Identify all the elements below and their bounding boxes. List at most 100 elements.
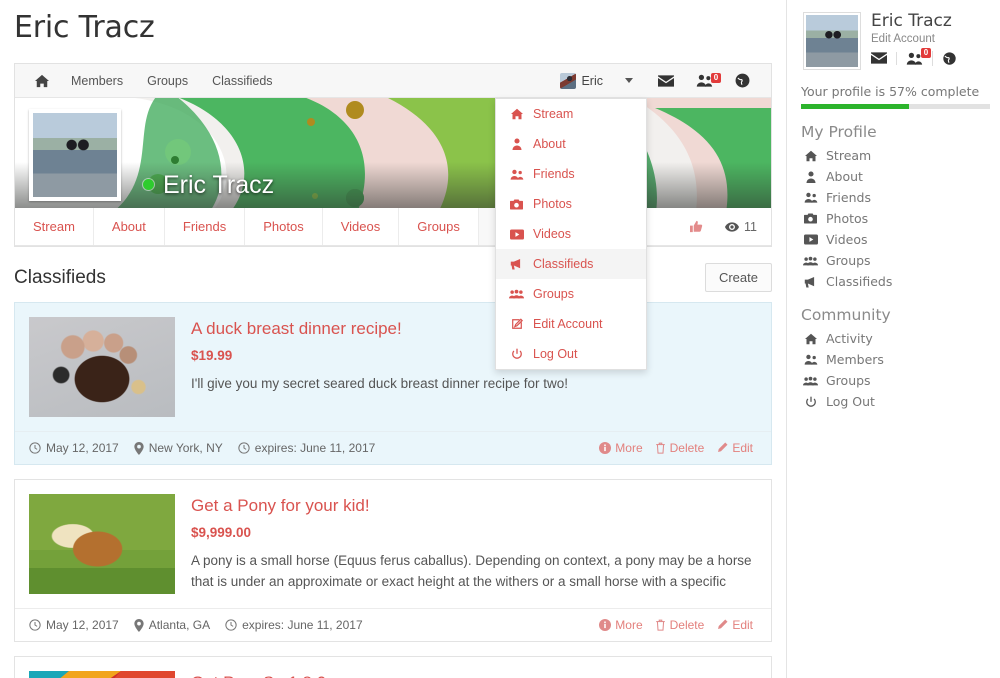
dropdown-item-friends[interactable]: Friends xyxy=(496,159,646,189)
profile-avatar[interactable] xyxy=(29,109,121,201)
classified-title[interactable]: A duck breast dinner recipe! xyxy=(191,319,757,339)
more-button[interactable]: More xyxy=(595,618,646,632)
friends-icon xyxy=(803,354,818,365)
classified-card[interactable]: peep Version 1.8.0 with focus on Perform… xyxy=(14,656,772,678)
views-count: 11 xyxy=(744,219,757,234)
friends-icon[interactable]: 0 xyxy=(685,73,724,87)
sidebar-group-my-profile: My Profile Stream About Friends Photos V… xyxy=(799,123,990,292)
clock-icon xyxy=(29,619,41,631)
video-icon xyxy=(803,234,818,245)
megaphone-icon xyxy=(803,276,818,288)
home-icon xyxy=(803,150,818,162)
edit-label: Edit xyxy=(732,441,753,455)
clock-icon xyxy=(29,442,41,454)
tab-stream[interactable]: Stream xyxy=(15,208,94,245)
home-icon[interactable] xyxy=(25,74,59,88)
info-icon xyxy=(599,442,612,454)
classified-info: A duck breast dinner recipe! $19.99 I'll… xyxy=(191,317,757,417)
classified-body: A duck breast dinner recipe! $19.99 I'll… xyxy=(15,303,771,431)
classified-thumbnail[interactable]: peep Version 1.8.0 with focus on Perform… xyxy=(29,671,175,678)
sidebar-item-stream[interactable]: Stream xyxy=(799,145,990,166)
classified-thumbnail[interactable] xyxy=(29,494,175,594)
top-nav-right: Eric 0 xyxy=(554,72,761,89)
pencil-icon xyxy=(716,442,728,454)
classified-title[interactable]: Get PeepSo 1.8.0 xyxy=(191,673,757,678)
globe-icon[interactable] xyxy=(724,73,761,88)
globe-icon[interactable] xyxy=(932,50,966,66)
dropdown-item-label: Stream xyxy=(533,107,574,121)
top-nav-item-groups[interactable]: Groups xyxy=(135,64,200,98)
classified-price: $19.99 xyxy=(191,348,233,363)
sidebar-item-videos[interactable]: Videos xyxy=(799,229,990,250)
dropdown-item-stream[interactable]: Stream xyxy=(496,99,646,129)
sidebar-item-classifieds[interactable]: Classifieds xyxy=(799,271,990,292)
sidebar-group-title: My Profile xyxy=(801,123,877,141)
sidebar-item-photos[interactable]: Photos xyxy=(799,208,990,229)
cover-photo[interactable]: Eric Tracz xyxy=(15,98,771,208)
sidebar-item-groups-community[interactable]: Groups xyxy=(799,370,990,391)
friends-icon[interactable]: 0 xyxy=(896,47,932,65)
chevron-down-icon[interactable] xyxy=(625,78,633,83)
sidebar-item-about[interactable]: About xyxy=(799,166,990,187)
dropdown-item-groups[interactable]: Groups xyxy=(496,279,646,309)
tab-photos[interactable]: Photos xyxy=(245,208,323,245)
classified-card[interactable]: Get a Pony for your kid! $9,999.00 A pon… xyxy=(14,479,772,642)
info-icon xyxy=(599,619,612,631)
top-nav-item-classifieds[interactable]: Classifieds xyxy=(200,64,284,98)
pencil-icon xyxy=(716,619,728,631)
classified-card[interactable]: A duck breast dinner recipe! $19.99 I'll… xyxy=(14,302,772,465)
dropdown-item-label: Classifieds xyxy=(533,257,594,271)
sidebar-item-label: Members xyxy=(826,352,884,367)
delete-button[interactable]: Delete xyxy=(651,618,709,632)
dropdown-item-edit-account[interactable]: Edit Account xyxy=(496,309,646,339)
video-icon xyxy=(509,228,524,240)
sidebar-item-friends[interactable]: Friends xyxy=(799,187,990,208)
groups-icon xyxy=(803,256,818,266)
views-stat: 11 xyxy=(725,220,757,234)
mail-icon[interactable] xyxy=(647,74,685,87)
more-label: More xyxy=(615,441,643,455)
edit-button[interactable]: Edit xyxy=(712,618,757,632)
user-menu-trigger[interactable]: Eric xyxy=(554,72,609,89)
sidebar-user-name: Eric Tracz xyxy=(871,11,952,31)
delete-button[interactable]: Delete xyxy=(651,441,709,455)
tab-videos[interactable]: Videos xyxy=(323,208,400,245)
dropdown-item-classifieds[interactable]: Classifieds xyxy=(496,249,646,279)
top-navigation-bar: Members Groups Classifieds Eric 0 Stream… xyxy=(15,64,771,370)
profile-completion-bar xyxy=(801,104,990,109)
location-pin-icon xyxy=(134,618,144,632)
sidebar-item-log-out[interactable]: Log Out xyxy=(799,391,990,412)
sidebar-item-label: Classifieds xyxy=(826,274,893,289)
mail-icon[interactable] xyxy=(871,52,896,64)
profile-stats: 11 xyxy=(690,208,771,245)
sidebar-item-activity[interactable]: Activity xyxy=(799,328,990,349)
create-button[interactable]: Create xyxy=(704,263,772,292)
dropdown-item-label: Groups xyxy=(533,287,574,301)
delete-label: Delete xyxy=(669,618,705,632)
dropdown-item-videos[interactable]: Videos xyxy=(496,219,646,249)
top-nav-item-members[interactable]: Members xyxy=(59,64,135,98)
sidebar-item-groups[interactable]: Groups xyxy=(799,250,990,271)
tab-about[interactable]: About xyxy=(94,208,165,245)
like-button[interactable] xyxy=(690,220,703,233)
main-column: Eric Tracz Members Groups Classifieds Er… xyxy=(0,0,786,678)
sidebar-item-members[interactable]: Members xyxy=(799,349,990,370)
classified-date-text: May 12, 2017 xyxy=(46,441,119,455)
tab-groups[interactable]: Groups xyxy=(399,208,479,245)
dropdown-item-log-out[interactable]: Log Out xyxy=(496,339,646,369)
tab-friends[interactable]: Friends xyxy=(165,208,246,245)
sidebar-edit-account-link[interactable]: Edit Account xyxy=(871,33,990,45)
avatar[interactable] xyxy=(803,12,861,70)
dropdown-item-about[interactable]: About xyxy=(496,129,646,159)
classified-body: peep Version 1.8.0 with focus on Perform… xyxy=(15,657,771,678)
classified-title[interactable]: Get a Pony for your kid! xyxy=(191,496,757,516)
power-icon xyxy=(509,348,524,360)
classified-price: $9,999.00 xyxy=(191,525,252,540)
user-icon xyxy=(803,170,818,183)
cover-display-name: Eric Tracz xyxy=(163,171,275,199)
classified-thumbnail[interactable] xyxy=(29,317,175,417)
classified-location-text: Atlanta, GA xyxy=(148,618,211,632)
more-button[interactable]: More xyxy=(595,441,646,455)
edit-button[interactable]: Edit xyxy=(712,441,757,455)
dropdown-item-photos[interactable]: Photos xyxy=(496,189,646,219)
